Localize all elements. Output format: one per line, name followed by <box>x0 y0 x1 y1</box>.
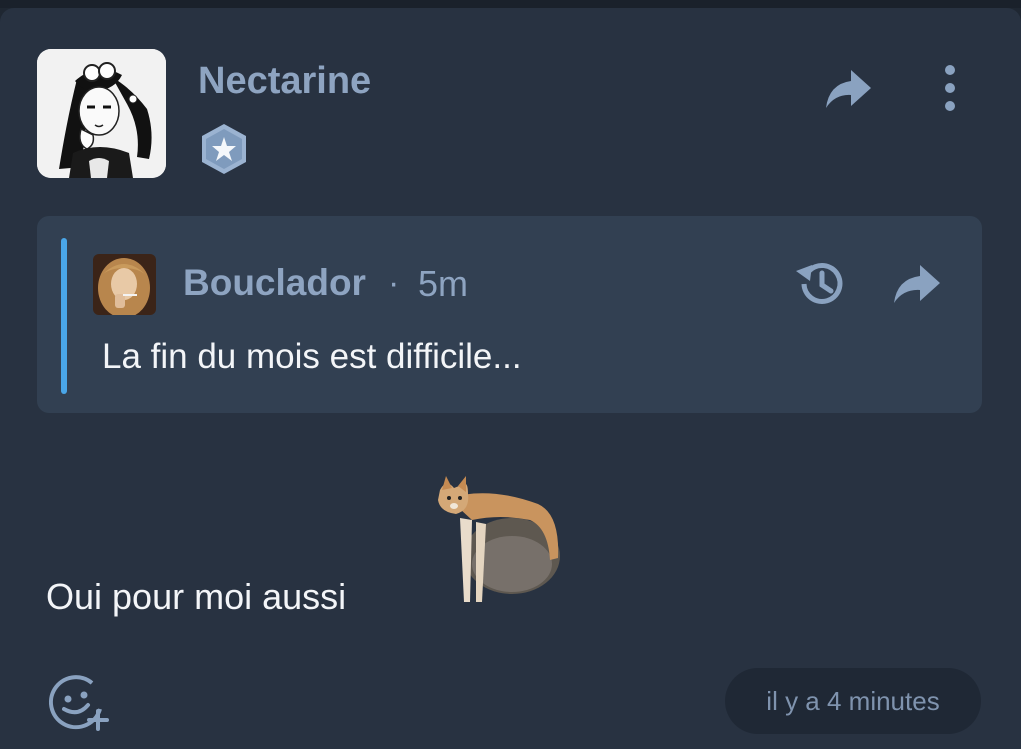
message-timestamp: il y a 4 minutes <box>725 668 981 734</box>
share-icon[interactable] <box>890 262 942 306</box>
history-icon[interactable] <box>792 255 850 313</box>
more-options-icon[interactable] <box>933 60 967 116</box>
window-top-edge <box>0 0 1021 8</box>
add-reaction-icon[interactable] <box>48 673 110 731</box>
quote-accent-bar <box>61 238 67 394</box>
quote-timestamp: 5m <box>418 263 469 304</box>
manga-girl-avatar-image <box>37 49 166 178</box>
user-photo-avatar <box>93 254 156 315</box>
separator-dot: · <box>388 264 400 302</box>
cat-sticker-image <box>438 476 560 602</box>
message-text: Oui pour moi aussi <box>46 576 347 617</box>
quote-author-name[interactable]: Bouclador <box>183 262 366 304</box>
star-badge-icon <box>202 124 246 174</box>
author-name[interactable]: Nectarine <box>198 60 371 103</box>
post-card: Nectarine Bouclador · 5m La fin du mois … <box>0 8 1021 749</box>
quote-author-avatar[interactable] <box>93 254 156 315</box>
share-icon[interactable] <box>823 66 873 112</box>
author-avatar[interactable] <box>37 49 166 178</box>
quoted-message[interactable]: Bouclador · 5m La fin du mois est diffic… <box>37 216 982 413</box>
quote-text: La fin du mois est difficile... <box>102 337 522 376</box>
